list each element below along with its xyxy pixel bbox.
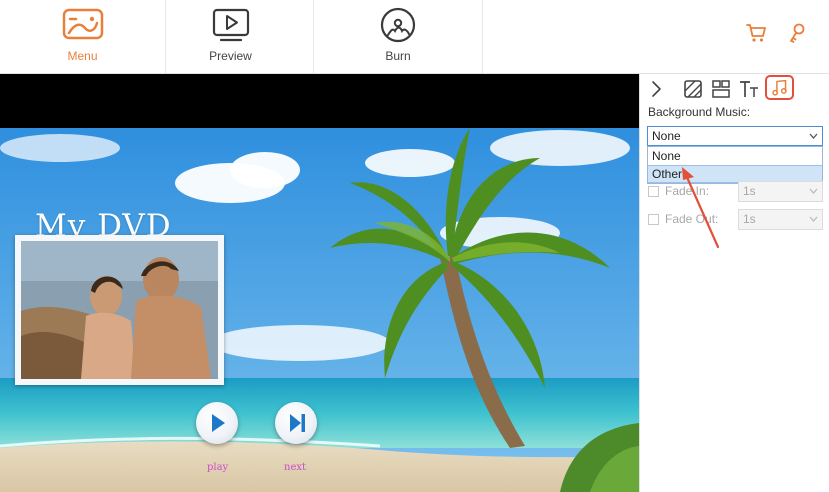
tab-menu-label: Menu — [67, 49, 98, 63]
play-icon — [212, 414, 225, 432]
settings-panel: Background Music: None None Other Fade I… — [639, 74, 829, 492]
burn-disc-icon — [380, 7, 416, 43]
next-button-label: next — [284, 462, 307, 473]
annotation-arrow-icon — [682, 167, 720, 249]
tab-menu[interactable]: Menu — [0, 0, 166, 73]
option-none[interactable]: None — [648, 147, 822, 165]
text-icon[interactable] — [738, 78, 760, 100]
chapter-thumbnail[interactable] — [15, 235, 224, 385]
next-button[interactable] — [275, 402, 317, 444]
collapse-arrow-icon[interactable] — [645, 78, 667, 100]
background-icon[interactable] — [682, 78, 704, 100]
cart-icon[interactable] — [745, 22, 767, 44]
tab-preview[interactable]: Preview — [148, 0, 314, 73]
background-music-label: Background Music: — [648, 105, 751, 119]
fade-out-checkbox[interactable] — [648, 214, 659, 225]
select-value: None — [652, 129, 681, 143]
fade-out-value: 1s — [743, 212, 756, 226]
fade-in-select[interactable]: 1s — [738, 181, 823, 202]
background-music-select[interactable]: None — [647, 126, 823, 146]
tab-burn-label: Burn — [385, 49, 411, 63]
chevron-down-icon — [809, 188, 818, 194]
chevron-down-icon — [809, 133, 818, 139]
play-button[interactable] — [196, 402, 238, 444]
next-chapter-icon — [290, 414, 305, 432]
thumbnail-photo — [21, 241, 218, 379]
music-icon — [772, 79, 787, 96]
menu-preview: My DVD play next — [0, 74, 639, 492]
fade-out-select[interactable]: 1s — [738, 209, 823, 230]
fade-in-checkbox[interactable] — [648, 186, 659, 197]
preview-play-icon — [212, 8, 249, 42]
play-button-label: play — [207, 462, 229, 473]
layout-icon[interactable] — [710, 78, 732, 100]
menu-background-image: My DVD play next — [0, 128, 639, 492]
tab-burn[interactable]: Burn — [314, 0, 483, 73]
chevron-down-icon — [809, 216, 818, 222]
key-icon[interactable] — [786, 22, 808, 44]
tab-preview-label: Preview — [209, 49, 252, 63]
music-tool-highlight[interactable] — [765, 75, 794, 100]
menu-template-icon — [62, 8, 103, 40]
top-toolbar: Menu Preview Burn — [0, 0, 829, 74]
fade-in-value: 1s — [743, 184, 756, 198]
